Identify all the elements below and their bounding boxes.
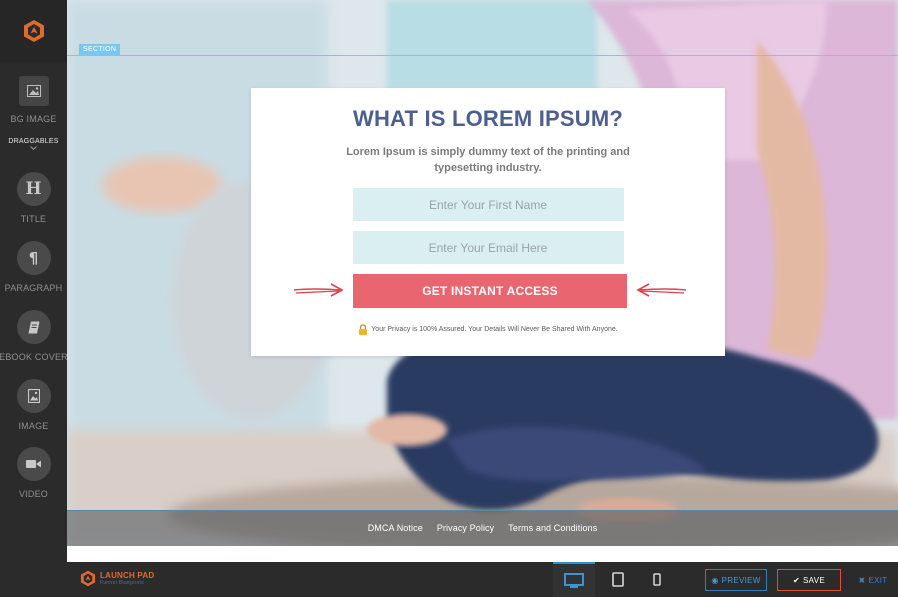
- device-desktop-button[interactable]: [553, 562, 595, 597]
- save-button[interactable]: ✔ SAVE: [777, 569, 841, 591]
- ebook-icon: [16, 310, 51, 344]
- tablet-icon: [612, 572, 624, 587]
- launchpad-logo-icon: [80, 570, 96, 587]
- tool-label: PARAGRAPH: [4, 283, 63, 293]
- launchpad-logo-icon: [23, 20, 44, 42]
- device-tablet-button[interactable]: [597, 562, 639, 597]
- left-sidebar: BG IMAGE DRAGGABLES H TITLE ¶ PARAGRAPH …: [0, 0, 68, 562]
- tool-image[interactable]: IMAGE: [0, 379, 67, 431]
- tool-label: IMAGE: [18, 421, 49, 431]
- privacy-note[interactable]: Your Privacy is 100% Assured. Your Detai…: [251, 324, 725, 335]
- chevron-down-icon: [30, 146, 37, 150]
- exit-button[interactable]: ✖ EXIT: [855, 569, 891, 591]
- tool-label: TITLE: [20, 214, 47, 224]
- lock-icon: [359, 324, 368, 335]
- draggables-header: DRAGGABLES: [0, 138, 67, 150]
- tool-ebook-cover[interactable]: EBOOK COVER: [0, 310, 68, 362]
- first-name-input[interactable]: Enter Your First Name: [352, 188, 624, 221]
- optin-box[interactable]: WHAT IS LOREM IPSUM? Lorem Ipsum is simp…: [251, 88, 725, 356]
- optin-headline[interactable]: WHAT IS LOREM IPSUM?: [251, 106, 725, 132]
- brand: LAUNCH PAD Funnel Blueprints: [80, 570, 154, 587]
- footer-strip[interactable]: DMCA Notice Privacy Policy Terms and Con…: [67, 510, 898, 546]
- email-input[interactable]: Enter Your Email Here: [352, 231, 624, 264]
- brand-name: LAUNCH PAD: [100, 571, 155, 580]
- bottom-toolbar: LAUNCH PAD Funnel Blueprints ◉ PREVIEW ✔…: [0, 562, 898, 597]
- video-camera-icon: [16, 447, 51, 481]
- editor-canvas[interactable]: SECTION WHAT IS LOREM IPSUM? Lorem Ipsum…: [67, 0, 898, 546]
- privacy-text: Your Privacy is 100% Assured. Your Detai…: [371, 326, 618, 333]
- tool-title[interactable]: H TITLE: [0, 172, 67, 224]
- eye-icon: ◉: [711, 575, 719, 585]
- footer-link-dmca[interactable]: DMCA Notice: [368, 523, 423, 533]
- desktop-icon: [564, 572, 584, 588]
- exit-label: EXIT: [868, 575, 888, 585]
- paragraph-glyph: ¶: [28, 249, 39, 267]
- tool-paragraph[interactable]: ¶ PARAGRAPH: [0, 241, 67, 293]
- preview-button[interactable]: ◉ PREVIEW: [705, 569, 767, 591]
- app-logo[interactable]: [0, 0, 67, 62]
- brand-subtitle: Funnel Blueprints: [100, 580, 145, 586]
- image-icon: [18, 76, 49, 106]
- tool-video[interactable]: VIDEO: [0, 447, 67, 499]
- preview-label: PREVIEW: [721, 575, 761, 585]
- footer-link-terms[interactable]: Terms and Conditions: [508, 523, 597, 533]
- tool-label: BG IMAGE: [10, 114, 57, 124]
- cta-row: GET INSTANT ACCESS: [251, 274, 725, 308]
- arrow-right-icon: [293, 283, 344, 297]
- optin-subtext[interactable]: Lorem Ipsum is simply dummy text of the …: [328, 144, 648, 176]
- close-icon: ✖: [858, 575, 866, 585]
- check-icon: ✔: [793, 575, 801, 585]
- heading-glyph: H: [25, 179, 42, 199]
- image-icon: [16, 379, 51, 413]
- tool-bg-image[interactable]: BG IMAGE: [0, 76, 67, 124]
- heading-icon: H: [16, 172, 51, 206]
- save-label: SAVE: [803, 575, 825, 585]
- mobile-icon: [653, 573, 661, 586]
- section-tag[interactable]: SECTION: [79, 44, 121, 55]
- tool-label: VIDEO: [18, 489, 48, 499]
- draggables-label: DRAGGABLES: [8, 138, 59, 145]
- paragraph-icon: ¶: [16, 241, 51, 275]
- section-guide-top: [67, 55, 898, 56]
- arrow-left-icon: [636, 283, 687, 297]
- device-mobile-button[interactable]: [636, 562, 678, 597]
- get-instant-access-button[interactable]: GET INSTANT ACCESS: [353, 274, 627, 308]
- tool-label: EBOOK COVER: [0, 352, 68, 362]
- footer-link-privacy[interactable]: Privacy Policy: [437, 523, 494, 533]
